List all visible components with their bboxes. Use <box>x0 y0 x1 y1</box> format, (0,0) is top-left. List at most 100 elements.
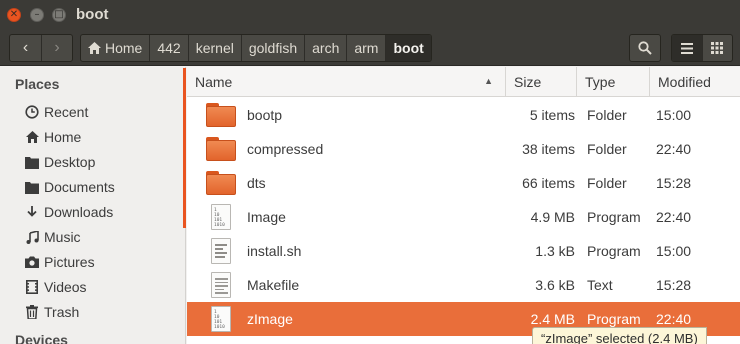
breadcrumb-home[interactable]: Home <box>81 35 149 61</box>
music-icon <box>25 230 39 244</box>
file-modified: 15:28 <box>656 277 692 293</box>
file-modified: 22:40 <box>656 311 692 327</box>
title-bar: ✕ – □ boot <box>0 0 740 30</box>
sidebar-heading-devices: Devices <box>15 332 68 344</box>
breadcrumb-kernel[interactable]: kernel <box>187 35 241 61</box>
grid-view-button[interactable] <box>701 35 732 61</box>
home-icon <box>88 42 101 54</box>
file-size: 1.3 kB <box>535 243 575 259</box>
sidebar-item-home[interactable]: Home <box>25 126 81 148</box>
file-row-compressed[interactable]: compressed 38 items Folder 22:40 <box>187 132 740 166</box>
download-icon <box>25 205 39 219</box>
column-header-name[interactable]: Name ▲ <box>187 67 506 97</box>
text-file-icon <box>211 272 231 298</box>
file-modified: 15:00 <box>656 243 692 259</box>
file-type: Text <box>587 277 613 293</box>
column-header-size[interactable]: Size <box>506 67 577 97</box>
file-list: Name ▲ Size Type Modified bootp 5 items … <box>187 67 740 344</box>
file-name: Image <box>247 209 286 225</box>
selection-status: “zImage” selected (2.4 MB) <box>532 327 707 344</box>
sidebar-item-downloads[interactable]: Downloads <box>25 201 113 223</box>
breadcrumb-goldfish[interactable]: goldfish <box>240 35 304 61</box>
window-title: boot <box>76 6 109 23</box>
file-row-makefile[interactable]: Makefile 3.6 kB Text 15:28 <box>187 268 740 302</box>
file-name: dts <box>247 175 266 191</box>
file-size: 3.6 kB <box>535 277 575 293</box>
trash-icon <box>25 305 39 319</box>
home-icon <box>25 130 39 144</box>
file-name: compressed <box>247 141 324 157</box>
file-row-image[interactable]: 1 10 101 1010 Image 4.9 MB Program 22:40 <box>187 200 740 234</box>
desktop-icon <box>25 155 39 169</box>
script-file-icon <box>211 238 231 264</box>
sidebar-heading-places: Places <box>15 76 60 92</box>
file-modified: 22:40 <box>656 209 692 225</box>
minimize-icon: – <box>34 9 40 20</box>
sidebar: Places Recent Home Desktop Documents Dow… <box>0 67 186 344</box>
chevron-left-icon: ‹ <box>22 39 29 56</box>
breadcrumb-442[interactable]: 442 <box>149 35 187 61</box>
file-type: Program <box>587 311 641 327</box>
film-icon <box>25 280 39 294</box>
breadcrumb: Home 442 kernel goldfish arch arm boot <box>80 34 432 62</box>
file-name: zImage <box>247 311 293 327</box>
close-window-button[interactable]: ✕ <box>7 8 21 22</box>
file-row-install-sh[interactable]: install.sh 1.3 kB Program 15:00 <box>187 234 740 268</box>
binary-file-icon: 1 10 101 1010 <box>211 306 231 332</box>
file-row-bootp[interactable]: bootp 5 items Folder 15:00 <box>187 98 740 132</box>
sort-ascending-icon: ▲ <box>484 76 493 86</box>
list-view-icon <box>680 42 693 54</box>
grid-view-icon <box>711 42 724 54</box>
close-icon: ✕ <box>9 9 19 20</box>
clock-icon <box>25 105 39 119</box>
folder-icon <box>206 103 236 127</box>
column-header-modified[interactable]: Modified <box>650 67 740 97</box>
camera-icon <box>25 255 39 269</box>
column-header-row: Name ▲ Size Type Modified <box>187 67 740 97</box>
view-mode-toggle <box>671 34 733 62</box>
folder-icon <box>206 137 236 161</box>
sidebar-item-music[interactable]: Music <box>25 226 81 248</box>
maximize-icon: □ <box>54 9 64 20</box>
file-type: Folder <box>587 175 627 191</box>
sidebar-item-documents[interactable]: Documents <box>25 176 115 198</box>
sidebar-item-trash[interactable]: Trash <box>25 301 79 323</box>
list-view-button[interactable] <box>672 35 702 61</box>
file-row-dts[interactable]: dts 66 items Folder 15:28 <box>187 166 740 200</box>
file-type: Folder <box>587 107 627 123</box>
file-type: Folder <box>587 141 627 157</box>
maximize-window-button[interactable]: □ <box>52 8 66 22</box>
minimize-window-button[interactable]: – <box>30 8 44 22</box>
file-name: bootp <box>247 107 283 123</box>
file-modified: 15:00 <box>656 107 692 123</box>
file-size: 66 items <box>522 175 575 191</box>
file-size: 5 items <box>529 107 575 123</box>
column-header-type[interactable]: Type <box>577 67 650 97</box>
search-button[interactable] <box>629 34 661 62</box>
file-size: 2.4 MB <box>530 311 575 327</box>
sidebar-scrollbar[interactable] <box>183 68 186 228</box>
breadcrumb-arm[interactable]: arm <box>346 35 385 61</box>
folder-icon <box>206 171 236 195</box>
chevron-right-icon: › <box>54 39 60 56</box>
documents-icon <box>25 180 39 194</box>
toolbar: ‹ › Home 442 kernel goldfish arch arm bo… <box>0 30 740 66</box>
breadcrumb-boot[interactable]: boot <box>385 35 431 61</box>
file-type: Program <box>587 209 641 225</box>
sidebar-item-recent[interactable]: Recent <box>25 101 88 123</box>
sidebar-item-desktop[interactable]: Desktop <box>25 151 95 173</box>
file-name: install.sh <box>247 243 302 259</box>
file-modified: 22:40 <box>656 141 692 157</box>
sidebar-item-videos[interactable]: Videos <box>25 276 87 298</box>
file-type: Program <box>587 243 641 259</box>
forward-button[interactable]: › <box>41 35 72 61</box>
file-size: 38 items <box>522 141 575 157</box>
file-size: 4.9 MB <box>530 209 575 225</box>
breadcrumb-arch[interactable]: arch <box>304 35 346 61</box>
sidebar-item-pictures[interactable]: Pictures <box>25 251 95 273</box>
binary-file-icon: 1 10 101 1010 <box>211 204 231 230</box>
file-modified: 15:28 <box>656 175 692 191</box>
file-name: Makefile <box>247 277 300 293</box>
search-icon <box>638 41 652 55</box>
back-button[interactable]: ‹ <box>10 35 41 61</box>
